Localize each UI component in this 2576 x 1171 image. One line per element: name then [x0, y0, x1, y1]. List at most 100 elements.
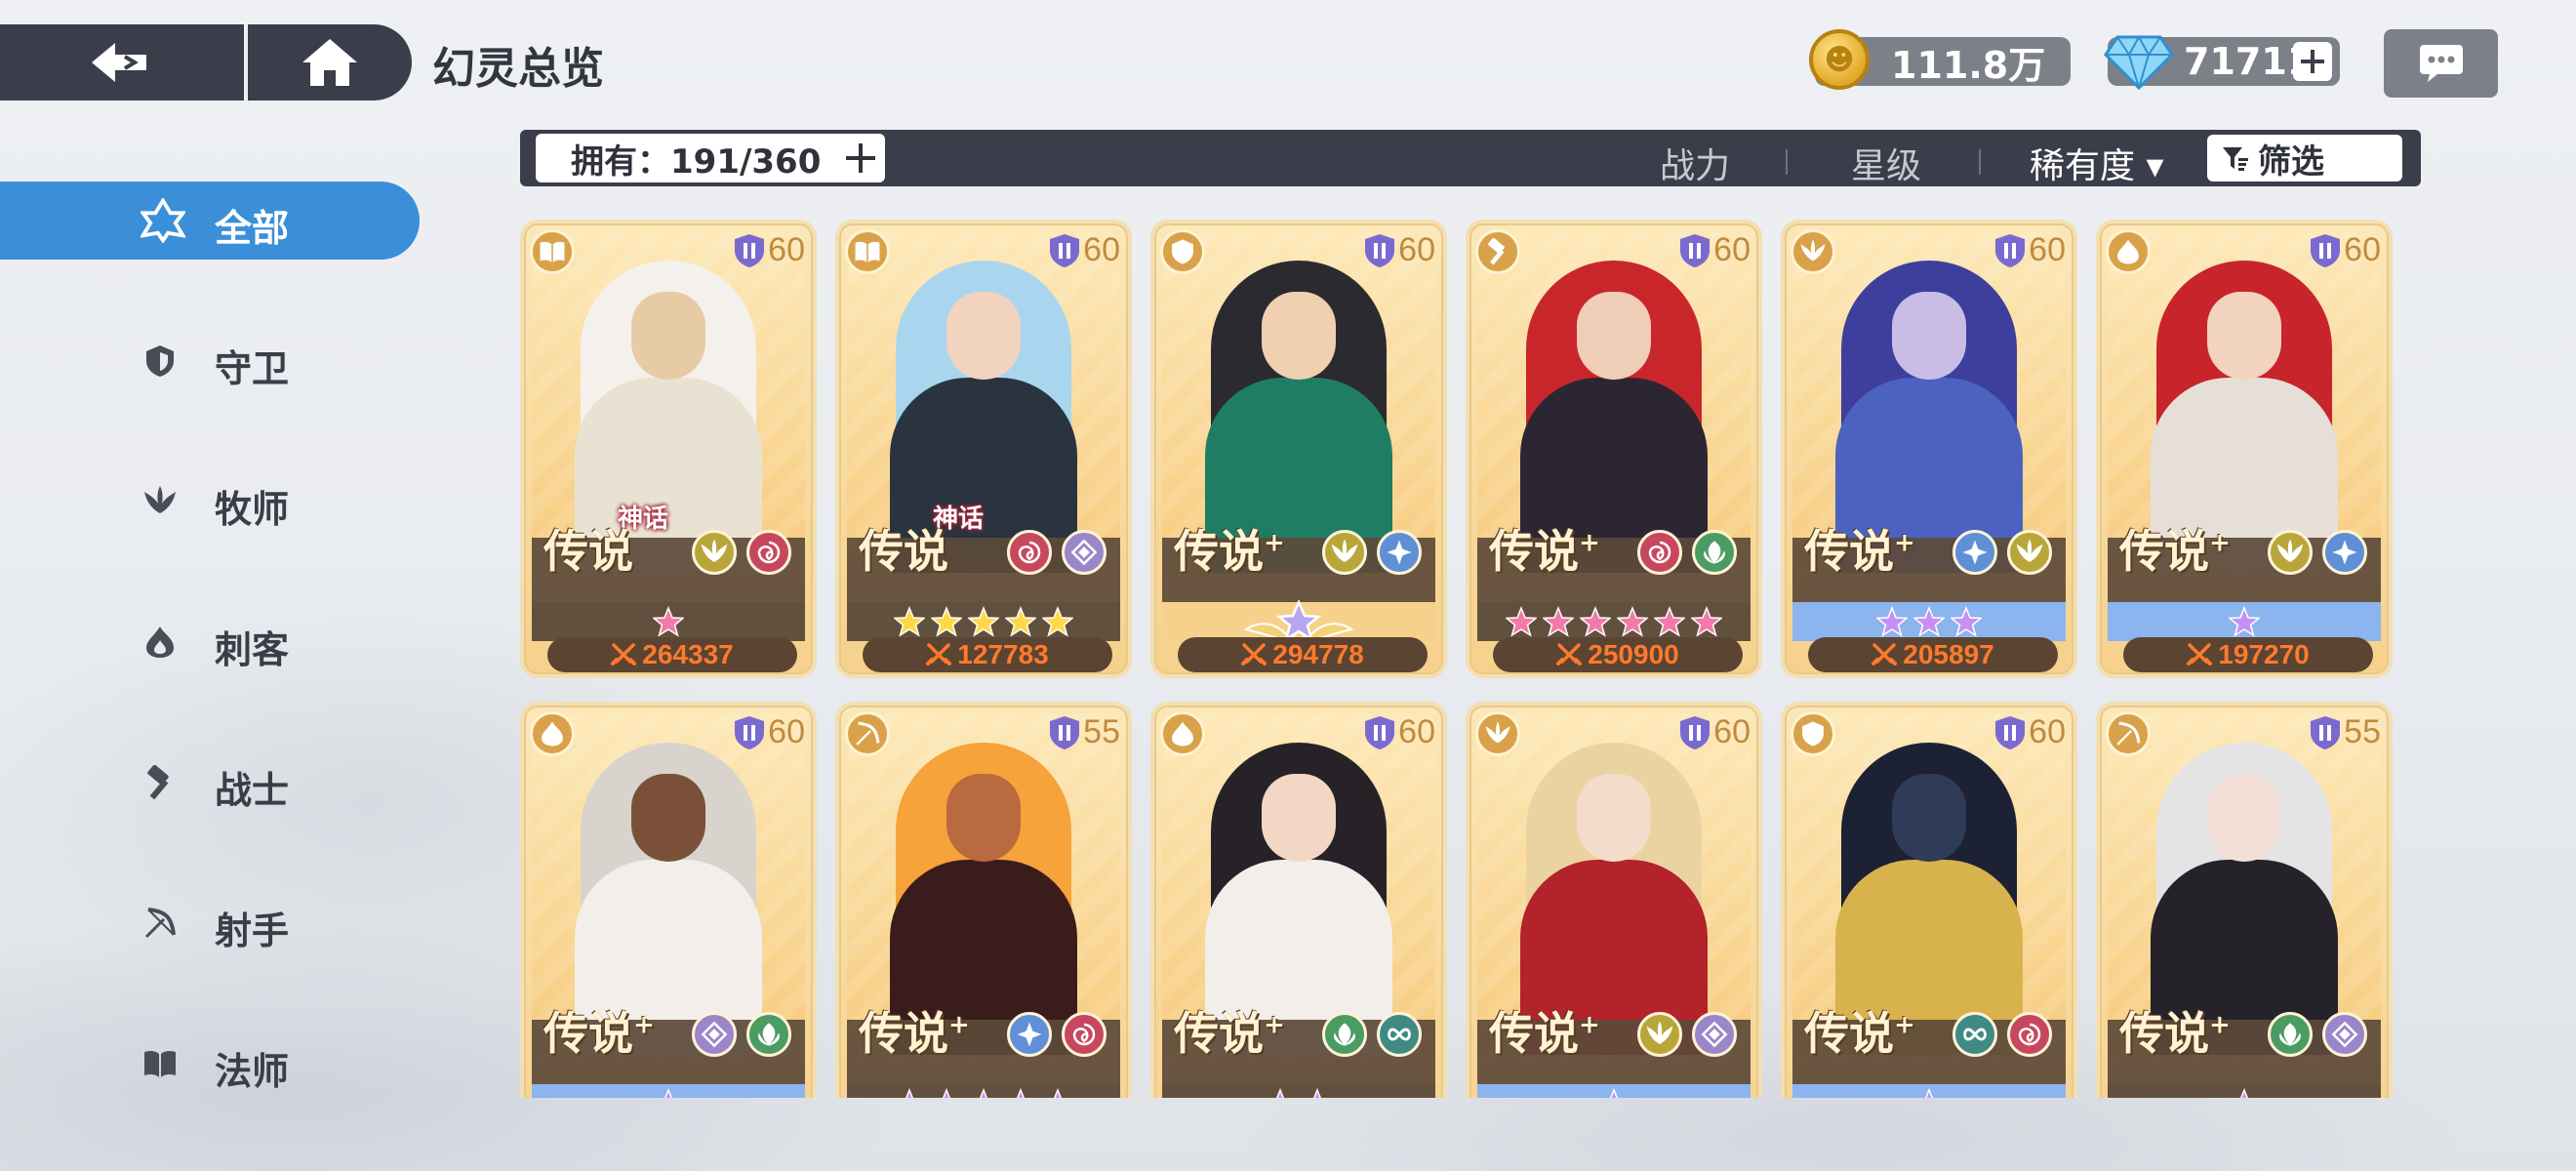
rarity-text: 传说 — [2119, 525, 2209, 578]
sidebar-item-mage[interactable]: 法师 — [0, 1025, 420, 1103]
star-icon — [1913, 606, 1945, 637]
hero-card[interactable]: 60 传说+ 197270 — [2096, 220, 2393, 678]
hero-card[interactable]: 60 传说+ — [1150, 702, 1447, 1098]
hero-face — [1892, 292, 1966, 380]
sidebar-item-all[interactable]: 全部 — [0, 182, 420, 260]
crossed-swords-icon — [611, 643, 637, 666]
power-pill: 197270 — [2123, 637, 2373, 672]
hero-face — [1892, 774, 1966, 862]
filter-button[interactable]: 筛选 — [2207, 135, 2402, 182]
sidebar-item-warrior[interactable]: 战士 — [0, 744, 420, 822]
star-icon — [1016, 1088, 1026, 1098]
crossed-swords-icon — [926, 643, 952, 666]
rarity-text: 传说 — [1174, 525, 1264, 578]
element-badge — [1062, 530, 1107, 575]
book-icon — [144, 1050, 176, 1077]
rarity-plus: + — [2209, 528, 2231, 558]
hero-class-badge — [2106, 711, 2151, 756]
power-pill: 127783 — [863, 637, 1112, 672]
back-button[interactable] — [0, 24, 244, 101]
power-pill: 205897 — [1808, 637, 2058, 672]
expand-plus-icon[interactable] — [842, 140, 879, 177]
rarity-plus: + — [2209, 1010, 2231, 1040]
element-badge — [1062, 1012, 1107, 1057]
home-button[interactable] — [248, 24, 412, 101]
rarity-label: 传说+ — [2119, 998, 2231, 1063]
hero-card[interactable]: 55 传说+ — [2096, 702, 2393, 1098]
sidebar-item-label: 守卫 — [215, 347, 290, 390]
hero-card[interactable]: 60 传说+ 294778 — [1150, 220, 1447, 678]
star-icon — [1580, 606, 1611, 637]
filter-bar: 拥有：191/360 战力 星级 稀有度 ▾ 筛选 — [520, 130, 2421, 186]
hero-card[interactable]: 60 传说+ — [520, 702, 817, 1098]
rarity-label: 传说+ — [543, 998, 655, 1063]
rarity-plus: + — [1264, 1010, 1285, 1040]
level-number: 60 — [768, 713, 805, 750]
hero-card[interactable]: 60 传说+ 250900 — [1466, 220, 1762, 678]
level-shield-icon — [1050, 715, 1080, 749]
swirl-icon — [1018, 541, 1041, 564]
sidebar-item-assassin[interactable]: 刺客 — [0, 603, 420, 681]
element-badge — [1377, 530, 1422, 575]
sidebar-item-label: 战士 — [215, 769, 290, 812]
frost-icon — [2332, 540, 2357, 565]
level-shield-icon — [2311, 715, 2341, 749]
star-icon — [1609, 1088, 1619, 1098]
filter-label: 筛选 — [2258, 141, 2324, 182]
level-shield-icon — [735, 233, 765, 267]
rarity-label: 传说+ — [1804, 516, 1915, 581]
wing-icon — [1485, 721, 1510, 744]
hero-card[interactable]: 60 传说+ — [1466, 702, 1762, 1098]
hero-level: 60 — [1363, 713, 1435, 751]
star-icon — [1924, 1088, 1934, 1098]
swirl-icon — [1648, 541, 1671, 564]
star-icon — [1312, 1088, 1322, 1098]
hero-face — [946, 774, 1021, 862]
wing-icon — [144, 486, 176, 513]
level-number: 60 — [2029, 713, 2066, 750]
shield-icon — [146, 345, 174, 377]
owned-count-box[interactable]: 拥有：191/360 — [536, 134, 885, 182]
hero-card[interactable]: 55 传说+ — [835, 702, 1132, 1098]
power-value: 250900 — [1588, 639, 1679, 669]
hero-card[interactable]: 60 传说+ — [1781, 702, 2077, 1098]
swirl-icon — [2018, 1023, 2041, 1046]
sidebar-item-priest[interactable]: 牧师 — [0, 463, 420, 541]
star-icon — [1654, 606, 1685, 637]
rarity-text: 传说 — [1489, 1007, 1579, 1060]
hero-level: 60 — [1048, 231, 1120, 269]
sort-power-tab[interactable]: 战力 — [1660, 138, 1730, 188]
gold-amount: 111.8万 — [1891, 43, 2046, 87]
sidebar-item-guardian[interactable]: 守卫 — [0, 322, 420, 400]
book-icon — [540, 241, 565, 262]
sort-divider — [1979, 149, 1981, 175]
diamond-icon — [1701, 1021, 1728, 1048]
star-band — [1477, 602, 1751, 641]
rarity-label: 传说+ — [1489, 998, 1600, 1063]
sidebar-item-archer[interactable]: 射手 — [0, 884, 420, 962]
wing-icon — [2016, 539, 2043, 562]
chat-button[interactable] — [2384, 29, 2498, 98]
power-value: 127783 — [957, 639, 1049, 669]
hero-class-badge — [530, 711, 575, 756]
hero-card[interactable]: 60 神话 传说 127783 — [835, 220, 1132, 678]
element-badge — [746, 1012, 791, 1057]
shield-icon — [1172, 239, 1193, 264]
level-shield-icon — [1365, 715, 1395, 749]
sort-rarity-tab[interactable]: 稀有度 ▾ — [2030, 138, 2164, 188]
element-badge — [1322, 530, 1367, 575]
sort-star-tab[interactable]: 星级 — [1851, 138, 1921, 188]
rarity-label: 传说+ — [1174, 516, 1285, 581]
rarity-text: 传说 — [859, 525, 948, 578]
sidebar-item-label: 射手 — [215, 909, 290, 952]
hero-level: 60 — [733, 713, 805, 751]
level-shield-icon — [1050, 233, 1080, 267]
star-band — [1162, 1084, 1435, 1098]
add-gems-button[interactable] — [2293, 42, 2332, 81]
hero-card[interactable]: 60 神话 传说 264337 — [520, 220, 817, 678]
rarity-text: 传说 — [543, 1007, 633, 1060]
hero-card[interactable]: 60 传说+ 205897 — [1781, 220, 2077, 678]
level-shield-icon — [1995, 715, 2026, 749]
star-icon — [931, 606, 962, 637]
level-number: 60 — [1398, 713, 1435, 750]
